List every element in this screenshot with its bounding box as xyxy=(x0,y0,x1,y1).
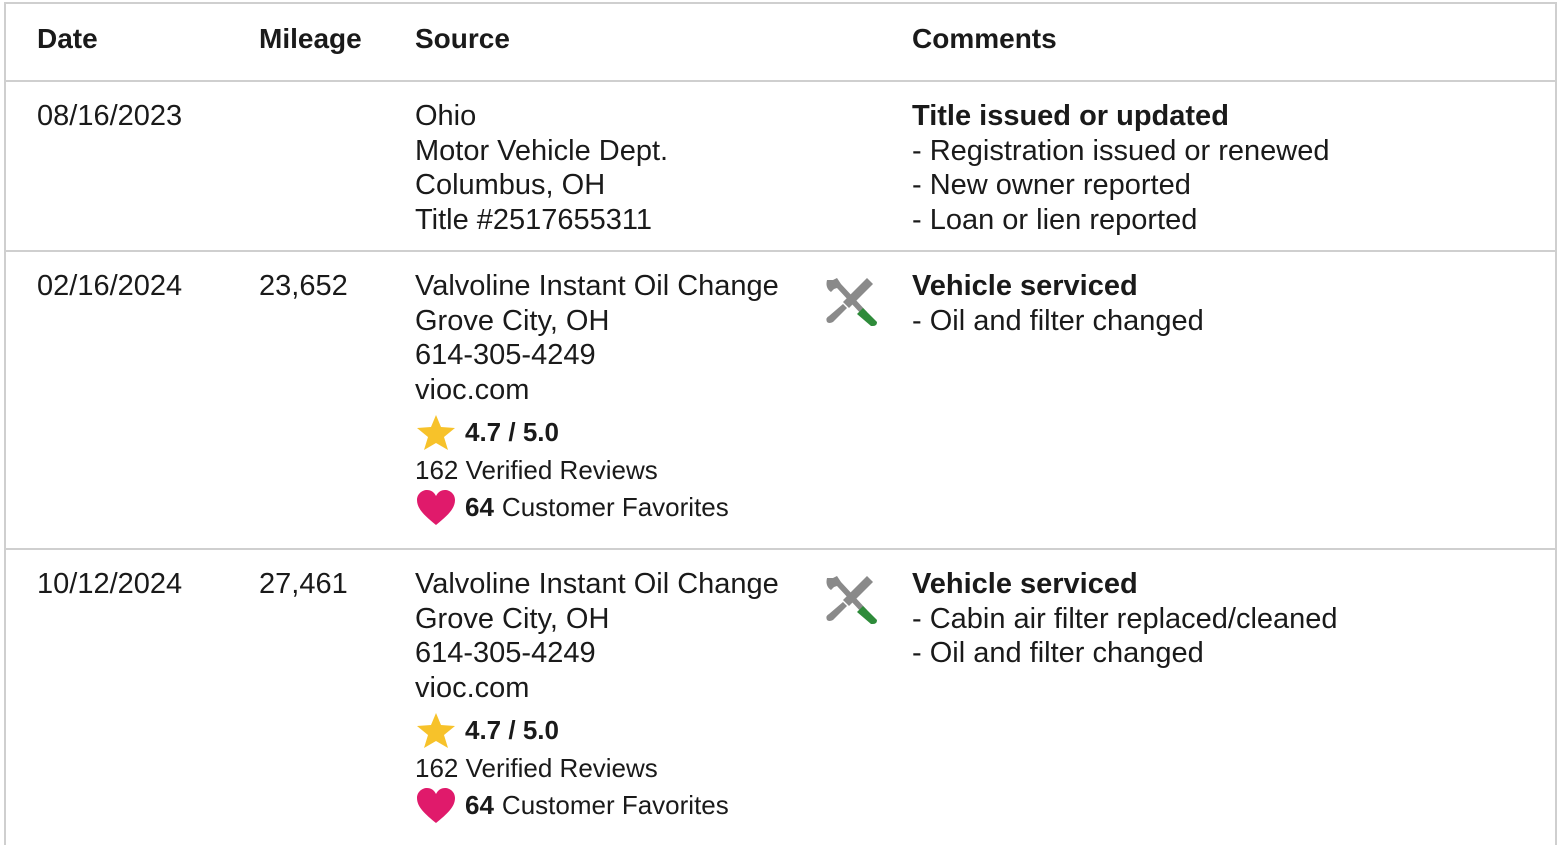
comment-title: Vehicle serviced xyxy=(912,568,1138,600)
record-date: 02/16/2024 xyxy=(37,270,183,302)
record-source: Valvoline Instant Oil Change Grove City,… xyxy=(415,567,779,705)
favorites-count: 64 xyxy=(465,790,494,820)
star-icon xyxy=(417,415,455,450)
source-location: Grove City, OH xyxy=(415,602,610,635)
record-comments: Vehicle serviced - Cabin air filter repl… xyxy=(912,567,1338,671)
rating-score: 4.7 / 5.0 xyxy=(465,417,559,447)
record-source: Ohio Motor Vehicle Dept. Columbus, OH Ti… xyxy=(415,99,668,237)
record-source: Valvoline Instant Oil Change Grove City,… xyxy=(415,269,779,407)
source-phone[interactable]: 614-305-4249 xyxy=(415,636,779,671)
comment-title: Title issued or updated xyxy=(912,100,1229,132)
record-date: 08/16/2023 xyxy=(37,100,183,132)
record-comments: Title issued or updated - Registration i… xyxy=(912,99,1329,237)
source-dept: Motor Vehicle Dept. xyxy=(415,134,669,167)
rating-score: 4.7 / 5.0 xyxy=(465,715,559,745)
comment-item: - Loan or lien reported xyxy=(912,203,1198,236)
favorites-count: 64 xyxy=(465,492,494,522)
source-name: Valvoline Instant Oil Change xyxy=(415,568,779,600)
heart-icon xyxy=(417,788,455,823)
rating-line: 4.7 / 5.0 xyxy=(415,414,729,451)
source-name: Valvoline Instant Oil Change xyxy=(415,270,779,302)
record-date: 10/12/2024 xyxy=(37,568,183,600)
header-date: Date xyxy=(37,23,98,54)
comment-item: - Registration issued or renewed xyxy=(912,134,1330,167)
source-title-number: Title #2517655311 xyxy=(415,203,653,236)
shop-rating: 4.7 / 5.0 162 Verified Reviews 64 Custom… xyxy=(415,414,729,526)
source-location: Grove City, OH xyxy=(415,304,610,337)
verified-reviews-link[interactable]: 162 Verified Reviews xyxy=(415,451,729,489)
comment-item: - New owner reported xyxy=(912,169,1191,201)
record-mileage: 27,461 xyxy=(259,568,348,600)
table-row: 08/16/2023 Ohio Motor Vehicle Dept. Colu… xyxy=(6,82,1555,252)
source-website[interactable]: vioc.com xyxy=(415,373,779,408)
wrench-screwdriver-icon xyxy=(826,576,877,624)
comment-item: - Oil and filter changed xyxy=(912,637,1204,669)
comment-title: Vehicle serviced xyxy=(912,270,1138,302)
favorites-line: 64 Customer Favorites xyxy=(415,489,729,526)
source-phone[interactable]: 614-305-4249 xyxy=(415,338,779,373)
favorites-label: Customer Favorites xyxy=(501,492,729,522)
star-icon xyxy=(417,713,455,748)
favorites-label: Customer Favorites xyxy=(501,790,729,820)
header-mileage: Mileage xyxy=(259,23,362,54)
source-name: Ohio xyxy=(415,100,477,132)
header-comments: Comments xyxy=(912,23,1057,54)
wrench-screwdriver-icon xyxy=(826,278,877,326)
comment-item: - Cabin air filter replaced/cleaned xyxy=(912,602,1338,635)
shop-rating: 4.7 / 5.0 162 Verified Reviews 64 Custom… xyxy=(415,712,729,824)
rating-line: 4.7 / 5.0 xyxy=(415,712,729,749)
vehicle-history-table: Date Mileage Source Comments 08/16/2023 … xyxy=(4,2,1557,845)
favorites-line: 64 Customer Favorites xyxy=(415,787,729,824)
source-website[interactable]: vioc.com xyxy=(415,671,779,706)
source-location: Columbus, OH xyxy=(415,169,606,201)
table-row: 02/16/2024 23,652 Valvoline Instant Oil … xyxy=(6,252,1555,550)
verified-reviews-link[interactable]: 162 Verified Reviews xyxy=(415,749,729,787)
record-mileage: 23,652 xyxy=(259,270,348,302)
comment-item: - Oil and filter changed xyxy=(912,304,1204,337)
record-comments: Vehicle serviced - Oil and filter change… xyxy=(912,269,1204,338)
heart-icon xyxy=(417,490,455,525)
header-source: Source xyxy=(415,23,510,54)
table-header: Date Mileage Source Comments xyxy=(6,4,1555,82)
table-row: 10/12/2024 27,461 Valvoline Instant Oil … xyxy=(6,550,1555,847)
